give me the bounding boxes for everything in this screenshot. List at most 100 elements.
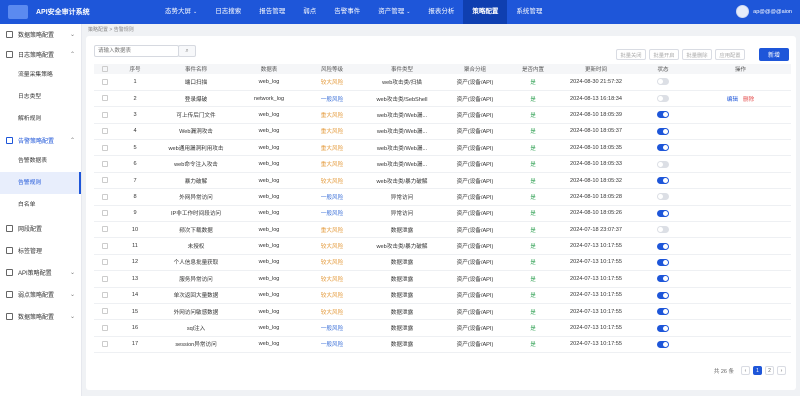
sidebar-group-tags[interactable]: 标签管理: [0, 240, 81, 260]
nav-item[interactable]: 报告管理: [250, 0, 294, 24]
nav-item[interactable]: 报表分析: [419, 0, 463, 24]
row-checkbox[interactable]: [94, 155, 116, 173]
actions-cell: [690, 221, 791, 239]
sidebar-group-network-segment[interactable]: 网段配置: [0, 218, 81, 238]
event-name: 频次下载数据: [154, 221, 238, 239]
actions-cell: [690, 106, 791, 124]
status-toggle[interactable]: [657, 127, 669, 135]
table-row: 2 登录爆破 network_log 一般风险 web攻击类/SebShell 资产(设备…: [94, 90, 791, 108]
sidebar-item-log-type[interactable]: 日志类型: [0, 86, 81, 108]
row-checkbox[interactable]: [94, 188, 116, 206]
data-table: web_log: [238, 139, 300, 157]
status-toggle[interactable]: [657, 78, 669, 86]
row-number: 5: [116, 139, 154, 157]
row-checkbox[interactable]: [94, 303, 116, 321]
row-checkbox[interactable]: [94, 139, 116, 157]
batch-open-button[interactable]: 批量开启: [649, 49, 679, 60]
row-checkbox[interactable]: [94, 254, 116, 272]
status-toggle[interactable]: [657, 242, 669, 250]
sidebar-group-data-policy[interactable]: 数据策略配置 ⌄: [0, 24, 81, 44]
sidebar-group-log-policy[interactable]: 日志策略配置 ⌃: [0, 44, 81, 64]
event-type: 数据泄露: [364, 254, 440, 272]
batch-delete-button[interactable]: 批量删除: [682, 49, 712, 60]
row-checkbox[interactable]: [94, 287, 116, 304]
row-number: 2: [116, 90, 154, 108]
status-toggle[interactable]: [657, 160, 669, 168]
data-table: web_log: [238, 205, 300, 223]
status-toggle[interactable]: [657, 340, 669, 348]
row-checkbox[interactable]: [94, 336, 116, 354]
batch-close-button[interactable]: 批量关闭: [616, 49, 646, 60]
add-button[interactable]: 新增: [759, 48, 789, 61]
risk-level: 一般风险: [300, 319, 364, 337]
search-button[interactable]: ⌕: [178, 45, 196, 57]
update-time: 2024-08-10 18:05:39: [556, 106, 636, 124]
status-toggle[interactable]: [657, 209, 669, 217]
row-checkbox[interactable]: [94, 90, 116, 108]
builtin-flag: 是: [510, 123, 556, 141]
status-toggle[interactable]: [657, 144, 669, 152]
nav-item[interactable]: 日志搜索: [206, 0, 250, 24]
nav-item[interactable]: 资产管理 ⌄: [369, 0, 419, 24]
nav-item[interactable]: 告警事件: [325, 0, 369, 24]
prev-page-button[interactable]: ‹: [741, 366, 750, 375]
sidebar-group-alert-policy[interactable]: 告警策略配置 ⌃: [0, 130, 81, 150]
row-checkbox[interactable]: [94, 74, 116, 91]
edit-link[interactable]: 编辑: [727, 97, 738, 103]
sidebar-item-whitelist[interactable]: 白名单: [0, 194, 81, 216]
row-checkbox[interactable]: [94, 172, 116, 190]
row-checkbox[interactable]: [94, 221, 116, 239]
search-input[interactable]: [94, 45, 179, 57]
risk-level: 重大风险: [300, 106, 364, 124]
avatar[interactable]: [736, 5, 750, 18]
status-toggle[interactable]: [657, 275, 669, 283]
next-page-button[interactable]: ›: [777, 366, 786, 375]
status-toggle[interactable]: [657, 258, 669, 266]
delete-link[interactable]: 删除: [743, 97, 754, 103]
status-toggle[interactable]: [657, 308, 669, 316]
event-type: 异常访问: [364, 188, 440, 206]
row-checkbox[interactable]: [94, 123, 116, 141]
sidebar-item-parse-rules[interactable]: 解析规则: [0, 108, 81, 130]
row-checkbox[interactable]: [94, 106, 116, 124]
sidebar-group-data-policy-2[interactable]: 数据策略配置 ⌄: [0, 306, 81, 326]
update-time: 2024-08-13 16:18:34: [556, 90, 636, 108]
sidebar-group-api-policy[interactable]: API策略配置 ⌄: [0, 262, 81, 282]
builtin-flag: 是: [510, 106, 556, 124]
select-all-checkbox[interactable]: [94, 64, 116, 74]
status-cell: [636, 188, 690, 206]
status-toggle[interactable]: [657, 111, 669, 119]
actions-cell: [690, 336, 791, 354]
sidebar-item-traffic-collection[interactable]: 流量采集策略: [0, 64, 81, 86]
user-menu[interactable]: ap@@@@aion: [736, 5, 792, 18]
status-toggle[interactable]: [657, 226, 669, 234]
risk-level: 一般风险: [300, 188, 364, 206]
sidebar-item-alert-table[interactable]: 告警数据表: [0, 150, 81, 172]
table-row: 8 外网异常访问 web_log 一般风险 异常访问 资产(设备/API) 是 2024-08…: [94, 188, 791, 206]
status-toggle[interactable]: [657, 177, 669, 185]
nav-item[interactable]: 策略配置: [463, 0, 508, 24]
page-2-button[interactable]: 2: [765, 366, 774, 375]
nav-item[interactable]: 系统管理: [507, 0, 551, 24]
event-name: 外网访问敏感数据: [154, 303, 238, 321]
row-checkbox[interactable]: [94, 205, 116, 223]
nav-item[interactable]: 弱点: [294, 0, 325, 24]
row-checkbox[interactable]: [94, 319, 116, 337]
nav-item[interactable]: 态势大屏 ⌄: [156, 0, 206, 24]
row-checkbox[interactable]: [94, 237, 116, 255]
sidebar-item-alert-rules[interactable]: 告警规则: [0, 172, 81, 194]
sidebar-group-weakness-policy[interactable]: 弱点策略配置 ⌄: [0, 284, 81, 304]
page-1-button[interactable]: 1: [753, 366, 762, 375]
aggregate-group: 资产(设备/API): [440, 106, 510, 124]
update-time: 2024-08-10 18:05:37: [556, 123, 636, 141]
apply-config-button[interactable]: 应用配置: [715, 49, 745, 60]
sidebar: 数据策略配置 ⌄ 日志策略配置 ⌃ 流量采集策略 日志类型 解析规则 告警策略配置 ⌃…: [0, 24, 82, 396]
status-toggle[interactable]: [657, 324, 669, 332]
status-toggle[interactable]: [657, 95, 669, 103]
aggregate-group: 资产(设备/API): [440, 254, 510, 272]
status-toggle[interactable]: [657, 193, 669, 201]
table-row: 14 单次返回大量数据 web_log 较大风险 数据泄露 资产(设备/API) 是 2024…: [94, 287, 791, 304]
status-toggle[interactable]: [657, 291, 669, 299]
username[interactable]: ap@@@@aion: [753, 9, 792, 15]
row-checkbox[interactable]: [94, 270, 116, 288]
